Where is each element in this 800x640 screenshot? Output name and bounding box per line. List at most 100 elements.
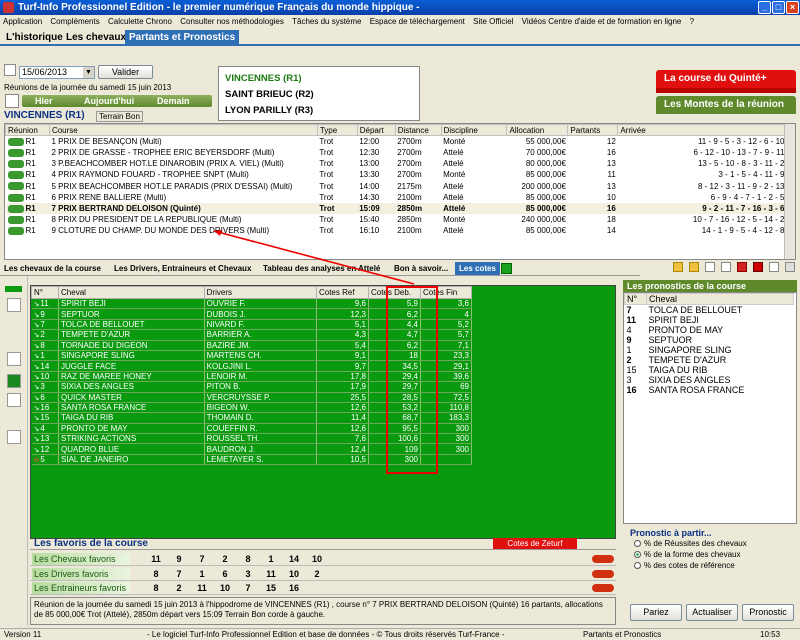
race-row[interactable]: R1 3 P.BEACHCOMBER HOT.LE DINAROBIN (PRIX…: [6, 158, 787, 169]
col-drivers[interactable]: Drivers: [203, 286, 317, 299]
pronostic-button[interactable]: Pronostic: [742, 604, 794, 621]
tab-chevaux[interactable]: Les chevaux: [62, 30, 130, 45]
prono-option-2[interactable]: % des cotes de référence: [634, 561, 735, 570]
races-scrollbar[interactable]: [784, 124, 795, 259]
excel-icon[interactable]: [7, 374, 21, 388]
prono-row[interactable]: 16 SANTA ROSA FRANCE: [625, 385, 794, 395]
menu-methodologies[interactable]: Consulter nos méthodologies: [177, 15, 287, 28]
close-button[interactable]: ×: [786, 1, 799, 14]
race-row[interactable]: R1 7 PRIX BERTRAND DELOISON (Quinté) Trot 1…: [5, 202, 787, 214]
col-allocation[interactable]: Allocation: [506, 124, 569, 137]
cotes-cell-cheval: SPIRIT BEJI: [58, 298, 205, 310]
zeturf-icon[interactable]: [592, 569, 614, 578]
minimize-button[interactable]: _: [758, 1, 771, 14]
race-row[interactable]: R1 2 PRIX DE GRASSE - TROPHEE ERIC BEYERS…: [6, 147, 787, 158]
subtab-bon-a-savoir[interactable]: Bon à savoir...: [394, 264, 448, 273]
calendar-small-icon[interactable]: [5, 94, 19, 108]
close-panel-icon[interactable]: [785, 262, 795, 272]
print-icon[interactable]: [721, 262, 731, 272]
menu-videos[interactable]: Vidéos Centre d'aide et de formation en …: [519, 15, 685, 28]
tab-historique[interactable]: L'historique: [2, 30, 67, 45]
col-num[interactable]: N°: [30, 286, 60, 299]
folder-open-icon[interactable]: [689, 262, 699, 272]
col-arrivee[interactable]: Arrivée: [617, 124, 787, 137]
printer-icon[interactable]: [7, 393, 21, 407]
prono-option-1[interactable]: % de la forme des chevaux: [634, 550, 741, 559]
radio-reussites[interactable]: [634, 540, 641, 548]
tab-partants[interactable]: Partants et Pronostics: [125, 30, 240, 45]
reunion-item-r1[interactable]: VINCENNES (R1): [225, 73, 302, 84]
chevron-down-icon[interactable]: ▼: [83, 67, 94, 78]
col-discipline[interactable]: Discipline: [440, 124, 508, 137]
prono-row[interactable]: 3 SIXIA DES ANGLES: [625, 375, 794, 385]
prono-row[interactable]: 9 SEPTUOR: [625, 335, 794, 345]
demain-button[interactable]: Demain: [157, 96, 190, 106]
folder-icon[interactable]: [673, 262, 683, 272]
subtab-chevaux[interactable]: Les chevaux de la course: [4, 264, 101, 273]
menu-site[interactable]: Site Officiel: [470, 15, 516, 28]
radio-forme[interactable]: [634, 551, 641, 559]
race-row[interactable]: R1 5 PRIX BEACHCOMBER HOT.LE PARADIS (PRI…: [6, 180, 787, 191]
subtab-analyses[interactable]: Tableau des analyses en Attelé: [263, 264, 380, 273]
prono-option-0[interactable]: % de Réussites des chevaux: [634, 539, 747, 548]
prono-row[interactable]: 7 TOLCA DE BELLOUET: [625, 305, 794, 315]
cotes-cell-cheval: SEPTUOR: [58, 308, 205, 320]
edit-icon[interactable]: [7, 352, 21, 366]
help-icon[interactable]: [7, 430, 21, 444]
subtab-cotes[interactable]: Les cotes: [455, 262, 500, 275]
menu-complements[interactable]: Compléments: [47, 15, 102, 28]
export-icon[interactable]: [7, 298, 21, 312]
prono-col-num[interactable]: N°: [624, 293, 647, 305]
reunion-item-r3[interactable]: LYON PARILLY (R3): [225, 105, 313, 116]
prono-row[interactable]: 4 PRONTO DE MAY: [625, 325, 794, 335]
col-partants[interactable]: Partants: [567, 124, 619, 137]
race-row[interactable]: R1 1 PRIX DE BESANÇON (Multi) Trot 12:00 270…: [6, 136, 787, 147]
race-row[interactable]: R1 6 PRIX RENE BALLIERE (Multi) Trot 14:30 2…: [6, 192, 787, 203]
col-depart[interactable]: Départ: [356, 124, 396, 137]
col-course[interactable]: Course: [48, 124, 318, 137]
horse-icon: [7, 160, 24, 169]
hier-button[interactable]: Hier: [35, 96, 53, 106]
calendar-icon[interactable]: [4, 64, 16, 76]
race-cell-partants: 12: [606, 137, 616, 147]
race-row[interactable]: R1 9 CLOTURE DU CHAMP. DU MONDE DES DRIVE…: [6, 225, 787, 236]
radio-cotes[interactable]: [634, 562, 641, 570]
menu-taches[interactable]: Tâches du système: [289, 15, 364, 28]
race-row[interactable]: R1 4 PRIX RAYMOND FOUARD - TROPHEE SNPT (…: [6, 169, 787, 180]
menu-help[interactable]: ?: [687, 15, 697, 28]
red-tool-icon[interactable]: [737, 262, 747, 272]
maximize-button[interactable]: □: [772, 1, 785, 14]
pariez-button[interactable]: Pariez: [630, 604, 682, 621]
status-mode: Partants et Pronostics: [583, 630, 662, 639]
col-type[interactable]: Type: [316, 124, 358, 137]
col-distance[interactable]: Distance: [394, 124, 442, 137]
race-row[interactable]: R1 8 PRIX DU PRESIDENT DE LA REPUBLIQUE (…: [6, 214, 787, 225]
subtab-drivers[interactable]: Les Drivers, Entraineurs et Chevaux: [114, 264, 251, 273]
pdf-icon[interactable]: [753, 262, 763, 272]
prono-col-cheval[interactable]: Cheval: [646, 293, 794, 305]
cotes-num-label: 7: [40, 319, 45, 329]
montes-button[interactable]: Les Montes de la réunion: [656, 96, 796, 114]
menu-telechargement[interactable]: Espace de téléchargement: [367, 15, 468, 28]
prono-row[interactable]: 2 TEMPETE D'AZUR: [625, 355, 794, 365]
date-input[interactable]: 15/06/2013 ▼: [19, 66, 95, 79]
validate-button[interactable]: Valider: [98, 65, 153, 79]
settings-icon[interactable]: [769, 262, 779, 272]
prono-row[interactable]: 15 TAIGA DU RIB: [625, 365, 794, 375]
prono-row[interactable]: 11 SPIRIT BEJI: [625, 315, 794, 325]
actualiser-button[interactable]: Actualiser: [686, 604, 738, 621]
menu-calculette[interactable]: Calculette Chrono: [105, 15, 175, 28]
zeturf-icon[interactable]: [592, 555, 614, 563]
col-cotes-ref[interactable]: Cotes Ref: [315, 286, 369, 299]
zeturf-icon[interactable]: [592, 584, 614, 592]
reunion-item-r2[interactable]: SAINT BRIEUC (R2): [225, 89, 314, 100]
col-reunion[interactable]: Réunion: [5, 124, 50, 137]
today-button[interactable]: Aujourd'hui: [84, 96, 134, 106]
document-icon[interactable]: [705, 262, 715, 272]
menu-application[interactable]: Application: [0, 15, 45, 28]
col-cheval[interactable]: Cheval: [58, 286, 205, 299]
prono-row[interactable]: 1 SINGAPORE SLING: [625, 345, 794, 355]
zeturf-button[interactable]: Cotes de Zeturf: [493, 538, 577, 549]
prono-num: 4: [626, 325, 632, 335]
quinte-button[interactable]: La course du Quinté+: [656, 70, 796, 88]
